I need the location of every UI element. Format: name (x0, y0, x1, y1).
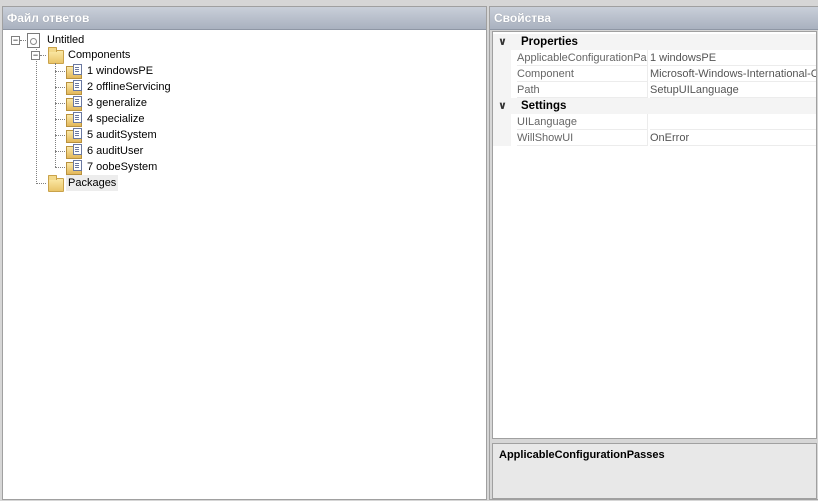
property-grid[interactable]: ∨ Properties ApplicableConfigurationPass… (492, 31, 817, 439)
tree-node-root-label: Untitled (47, 34, 85, 46)
property-description-panel: ApplicableConfigurationPasses (492, 443, 817, 499)
pass-icon (66, 64, 82, 79)
components-folder-icon (48, 47, 64, 64)
pass-icon (66, 144, 82, 159)
chevron-down-icon[interactable]: ∨ (498, 98, 508, 114)
property-row[interactable]: Component Microsoft-Windows-Internationa… (493, 66, 816, 82)
property-description-title: ApplicableConfigurationPasses (499, 449, 665, 461)
components-collapse-icon[interactable]: − (31, 51, 40, 60)
pass-icon (66, 96, 82, 111)
property-row[interactable]: ApplicableConfigurationPasses 1 windowsP… (493, 50, 816, 66)
answer-file-icon (27, 33, 40, 48)
tree-node-components-label: Components (68, 49, 131, 61)
property-row[interactable]: UILanguage (493, 114, 816, 130)
answer-file-pane: Файл ответов − Untitled − Components 1 w… (2, 6, 487, 500)
tree-node-packages-label: Packages (66, 175, 119, 191)
category-settings[interactable]: ∨ Settings (493, 98, 816, 114)
answer-file-pane-title: Файл ответов (3, 7, 486, 30)
pass-icon (66, 128, 82, 143)
category-properties[interactable]: ∨ Properties (493, 34, 816, 50)
packages-folder-icon (48, 175, 64, 192)
root-collapse-icon[interactable]: − (11, 36, 20, 45)
pass-icon (66, 80, 82, 95)
chevron-down-icon[interactable]: ∨ (498, 34, 508, 50)
pass-icon (66, 160, 82, 175)
pass-icon (66, 112, 82, 127)
properties-pane-title: Свойства (490, 7, 818, 30)
answer-file-tree[interactable]: − Untitled − Components 1 windowsPE 2 of… (3, 30, 486, 499)
property-row[interactable]: Path SetupUILanguage (493, 82, 816, 98)
property-row[interactable]: WillShowUI OnError (493, 130, 816, 146)
properties-pane: Свойства ∨ Properties ApplicableConfigur… (489, 6, 818, 500)
